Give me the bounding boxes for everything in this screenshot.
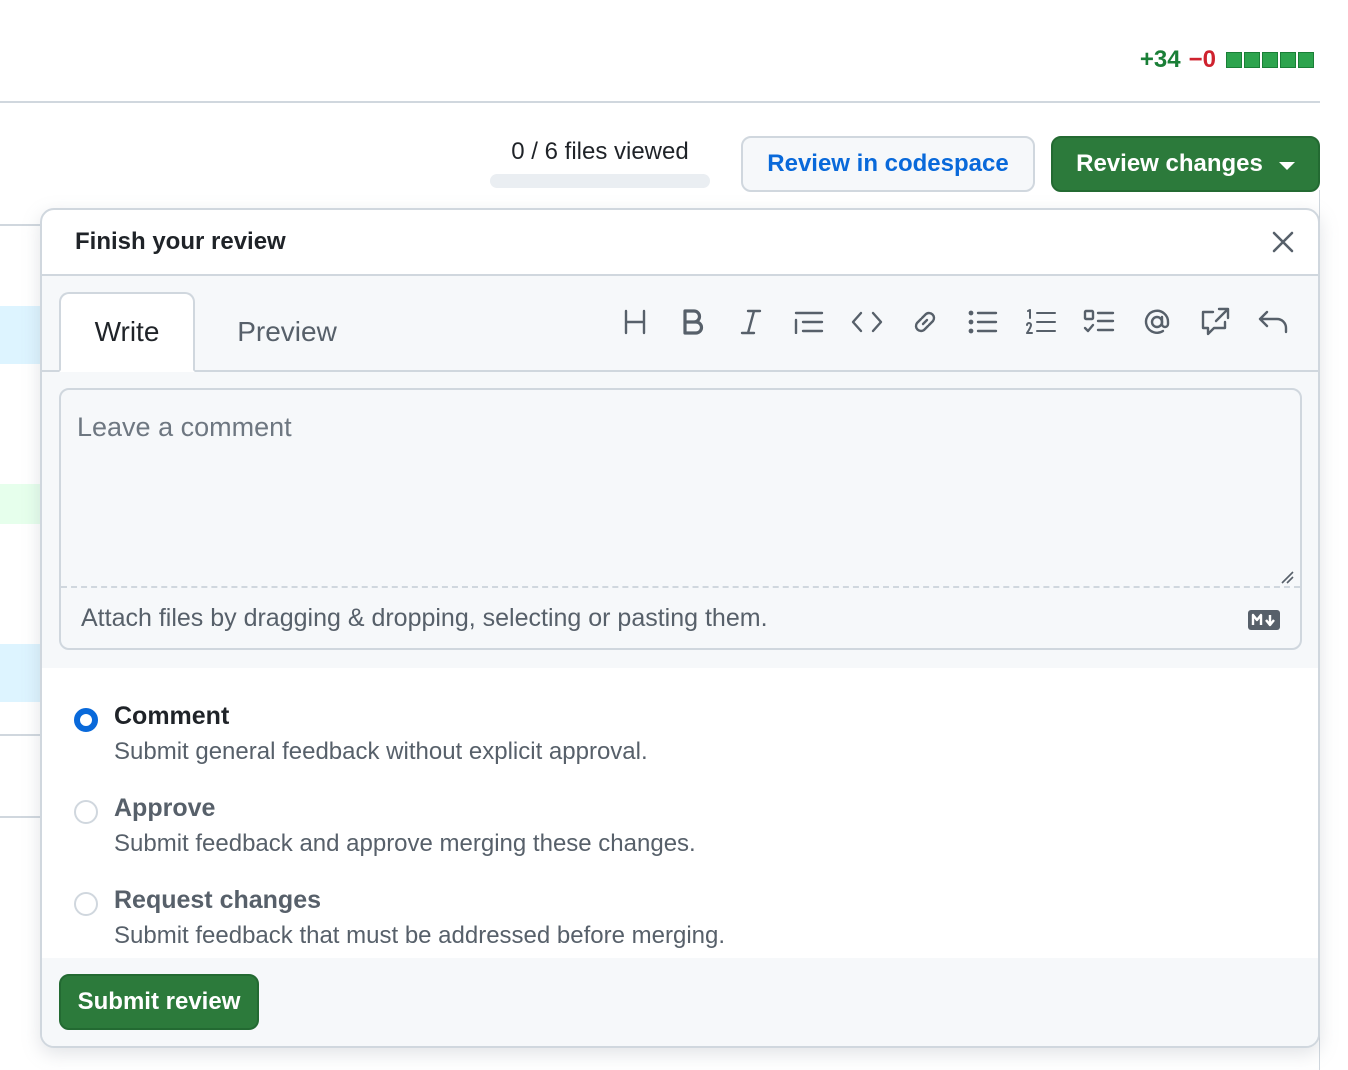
markdown-icon[interactable] — [1248, 610, 1280, 635]
italic-icon[interactable] — [722, 300, 780, 344]
diffstat-additions: +34 — [1139, 46, 1181, 73]
chevron-down-icon — [1278, 162, 1295, 170]
review-in-codespace-button[interactable]: Review in codespace — [741, 136, 1035, 192]
diff-hunk-row — [0, 306, 40, 364]
diffstat-block — [1262, 52, 1278, 68]
submit-review-button[interactable]: Submit review — [59, 974, 259, 1030]
link-icon[interactable] — [896, 300, 954, 344]
diffstat: +34 −0 — [1140, 46, 1314, 74]
radio-request-changes[interactable] — [74, 892, 98, 916]
pull-request-files-page: +34 −0 0 / 6 files viewed Review in code… — [0, 0, 1348, 1070]
radio-comment[interactable] — [74, 708, 98, 732]
quote-icon[interactable] — [780, 300, 838, 344]
tab-write[interactable]: Write — [59, 292, 195, 372]
mention-icon[interactable] — [1128, 300, 1186, 344]
diff-hunk-row — [0, 644, 40, 702]
write-area: Leave a comment Attach files by dragging… — [42, 372, 1318, 958]
option-label: Approve — [114, 794, 216, 822]
diff-row-border — [0, 816, 40, 818]
header-divider — [0, 101, 1320, 103]
diff-row-border — [0, 734, 40, 736]
option-description: Submit general feedback without explicit… — [114, 738, 648, 765]
radio-approve[interactable] — [74, 800, 98, 824]
tab-preview[interactable]: Preview — [212, 292, 362, 372]
review-changes-button[interactable]: Review changes — [1051, 136, 1320, 192]
diffstat-deletions: −0 — [1188, 46, 1216, 73]
diff-row-border — [0, 224, 40, 226]
attach-files-hint[interactable]: Attach files by dragging & dropping, sel… — [81, 604, 768, 633]
files-viewed-progress: 0 / 6 files viewed — [490, 138, 710, 188]
option-description: Submit feedback that must be addressed b… — [114, 922, 726, 949]
diff-added-row — [0, 484, 40, 524]
reference-icon[interactable] — [1186, 300, 1244, 344]
reply-icon[interactable] — [1244, 300, 1302, 344]
ordered-list-icon[interactable] — [1012, 300, 1070, 344]
close-icon[interactable] — [1268, 227, 1298, 257]
files-viewed-text: 0 / 6 files viewed — [511, 138, 689, 165]
heading-icon[interactable] — [606, 300, 664, 344]
diffstat-block — [1244, 52, 1260, 68]
markdown-toolbar — [606, 300, 1302, 344]
attach-divider — [61, 586, 1300, 588]
dialog-footer: Submit review — [42, 958, 1318, 1046]
unordered-list-icon[interactable] — [954, 300, 1012, 344]
option-label: Comment — [114, 702, 230, 730]
diffstat-block — [1226, 52, 1242, 68]
finish-review-dialog: Finish your review Write Preview Leave a… — [40, 208, 1320, 1048]
comment-placeholder: Leave a comment — [77, 412, 292, 442]
diffstat-block — [1298, 52, 1314, 68]
comment-textarea[interactable]: Leave a comment Attach files by dragging… — [59, 388, 1302, 650]
dialog-header: Finish your review — [42, 210, 1318, 276]
code-icon[interactable] — [838, 300, 896, 344]
option-label: Request changes — [114, 886, 322, 914]
editor-tabbar: Write Preview — [42, 276, 1318, 372]
review-type-options: Comment Submit general feedback without … — [42, 668, 1318, 958]
dialog-title: Finish your review — [75, 228, 286, 255]
files-viewed-bar — [490, 174, 710, 188]
diffstat-block — [1280, 52, 1296, 68]
bold-icon[interactable] — [664, 300, 722, 344]
option-description: Submit feedback and approve merging thes… — [114, 830, 696, 857]
diffstat-blocks — [1226, 52, 1314, 68]
review-changes-label: Review changes — [1076, 150, 1263, 177]
task-list-icon[interactable] — [1070, 300, 1128, 344]
